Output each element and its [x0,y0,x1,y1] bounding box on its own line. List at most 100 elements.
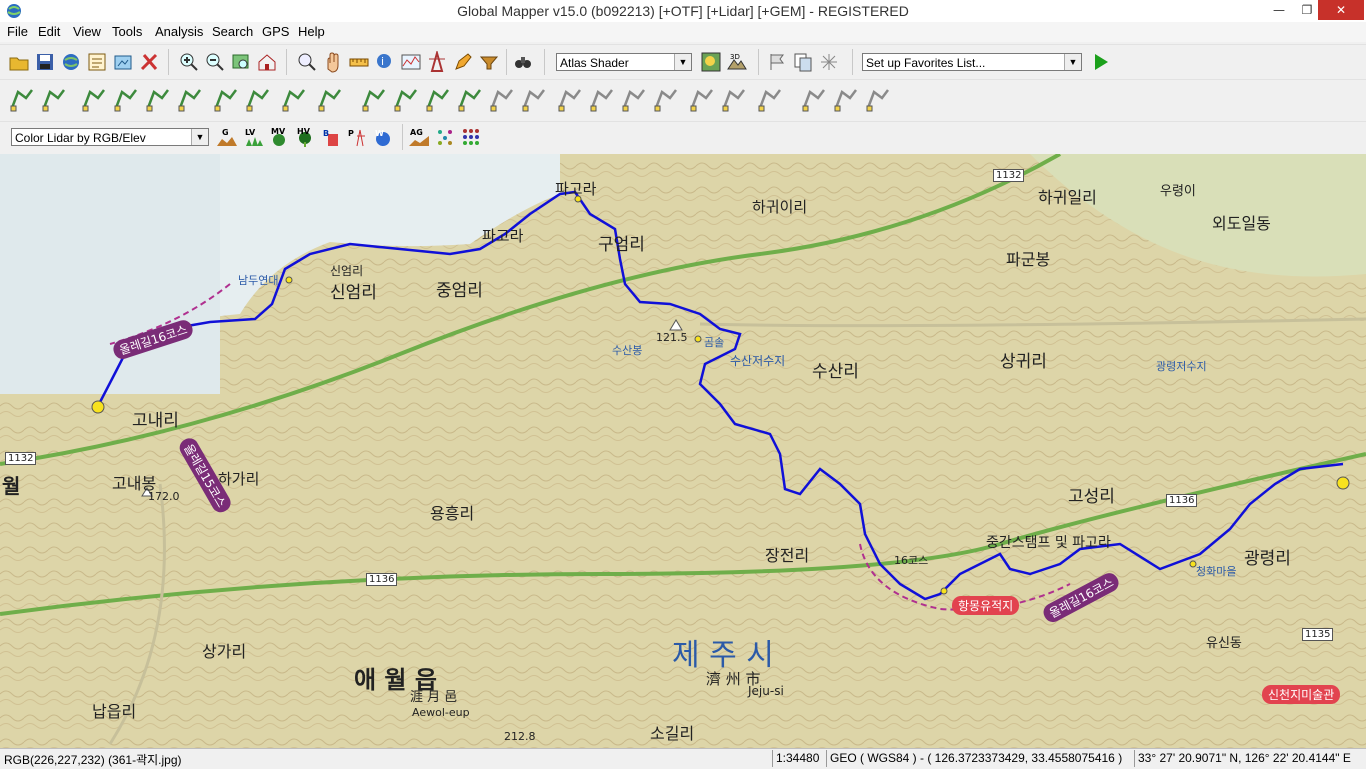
path-profile-icon[interactable] [400,51,422,73]
pan-hand-icon[interactable] [322,51,344,73]
simplify-icon[interactable] [456,84,484,114]
flag-icon[interactable] [766,51,788,73]
grid-select-icon[interactable] [280,84,308,114]
zoom-tool-icon[interactable] [296,51,318,73]
reshape-icon[interactable] [488,84,516,114]
lidar-grid-icon[interactable] [460,126,482,148]
zoom-out-icon[interactable] [204,51,226,73]
export-icon[interactable] [112,51,134,73]
map-label: 남두연대 [238,274,279,287]
separator [402,124,403,150]
undo-icon[interactable] [864,84,892,114]
map-label: 구엄리 [598,235,645,255]
map-badge: 신천지미술관 [1262,685,1341,704]
create-line-icon[interactable] [40,84,68,114]
lidar-water-label: W [375,129,384,138]
home-icon[interactable] [256,51,278,73]
separator [758,49,759,75]
lidar-water-icon[interactable]: W [372,126,394,148]
erase-icon[interactable] [720,84,748,114]
save-icon[interactable] [34,51,56,73]
clip-icon[interactable] [556,84,584,114]
cut-icon[interactable] [652,84,680,114]
create-area-icon[interactable] [8,84,36,114]
zoom-in-icon[interactable] [178,51,200,73]
menu-analysis[interactable]: Analysis [155,24,203,39]
map-label: 파군봉 [1006,250,1051,269]
rotate-icon[interactable] [756,84,784,114]
menu-gps[interactable]: GPS [262,24,289,39]
waypoint-marker[interactable] [91,400,105,414]
measure-line-icon[interactable] [392,84,420,114]
separator [544,49,545,75]
intersect-icon[interactable] [588,84,616,114]
digitizer-icon[interactable] [452,51,474,73]
map-label: 청화마을 [1196,565,1237,578]
offset-icon[interactable] [620,84,648,114]
favorites-select-value: Set up Favorites List... [866,56,986,70]
globe-icon[interactable] [60,51,82,73]
feature-info-icon[interactable]: i [374,51,396,73]
create-point-icon[interactable] [80,84,108,114]
lidar-high-veg-icon[interactable]: HV [294,126,316,148]
snap-icon[interactable] [316,84,344,114]
copy-icon[interactable] [792,51,814,73]
lidar-auto-ground-icon[interactable]: AG [408,126,430,148]
measure-icon[interactable] [348,51,370,73]
3d-view-icon[interactable]: 3D [726,51,748,73]
elevation-label: 121.5 [656,331,688,344]
lidar-powerline-label: P [348,129,354,138]
separator [772,750,773,767]
split-icon[interactable] [360,84,388,114]
map-view[interactable]: 파고라 파고라 신엄리 중엄리 구엄리 하귀이리 하귀일리 외도일동 우령이 파… [0,154,1366,748]
play-icon[interactable] [1090,51,1112,73]
config-icon[interactable] [138,51,160,73]
menu-tools[interactable]: Tools [112,24,142,39]
funnel-icon[interactable] [478,51,500,73]
close-button[interactable]: ✕ [1318,0,1364,20]
lidar-powerline-icon[interactable]: P [346,126,368,148]
union-icon[interactable] [688,84,716,114]
scale-icon[interactable] [800,84,828,114]
smooth-icon[interactable] [424,84,452,114]
map-label: 고내리 [132,411,179,431]
combine-icon[interactable] [212,84,240,114]
lidar-filter-icon[interactable] [434,126,456,148]
flip-icon[interactable] [832,84,860,114]
create-3d-icon[interactable] [176,84,204,114]
shader-options-icon[interactable] [700,51,722,73]
menu-file[interactable]: File [7,24,28,39]
map-label: 용흥리 [430,504,475,523]
menu-view[interactable]: View [73,24,101,39]
zoom-extents-icon[interactable] [230,51,252,73]
edit-vertices-icon[interactable] [112,84,140,114]
lidar-color-select[interactable]: Color Lidar by RGB/Elev ▼ [11,128,209,146]
favorites-select[interactable]: Set up Favorites List... ▼ [862,53,1082,71]
tower-icon[interactable] [426,51,448,73]
buffer-icon[interactable] [244,84,272,114]
menu-search[interactable]: Search [212,24,253,39]
svg-text:3D: 3D [730,53,740,61]
menu-help[interactable]: Help [298,24,325,39]
lidar-ground-icon[interactable]: G [216,126,238,148]
join-icon[interactable] [520,84,548,114]
menu-edit[interactable]: Edit [38,24,60,39]
shader-select[interactable]: Atlas Shader ▼ [556,53,692,71]
menu-bar: File Edit View Tools Analysis Search GPS… [0,22,1366,42]
map-label: 하귀이리 [752,198,808,216]
lidar-low-veg-icon[interactable]: LV [242,126,264,148]
waypoint-marker[interactable] [694,335,702,343]
overlay-control-icon[interactable] [86,51,108,73]
lidar-building-icon[interactable]: B [320,126,342,148]
lidar-med-veg-icon[interactable]: MV [268,126,290,148]
waypoint-marker[interactable] [1336,476,1350,490]
waypoint-marker[interactable] [940,587,948,595]
map-label: 파고라 [482,227,524,245]
chevron-down-icon: ▼ [1064,54,1081,70]
move-feature-icon[interactable] [144,84,172,114]
grid-icon[interactable] [818,51,840,73]
waypoint-marker[interactable] [285,276,293,284]
open-folder-icon[interactable] [8,51,30,73]
binoculars-icon[interactable] [512,51,534,73]
coordinate-readout: GEO ( WGS84 ) - ( 126.3723373429, 33.455… [830,751,1123,765]
